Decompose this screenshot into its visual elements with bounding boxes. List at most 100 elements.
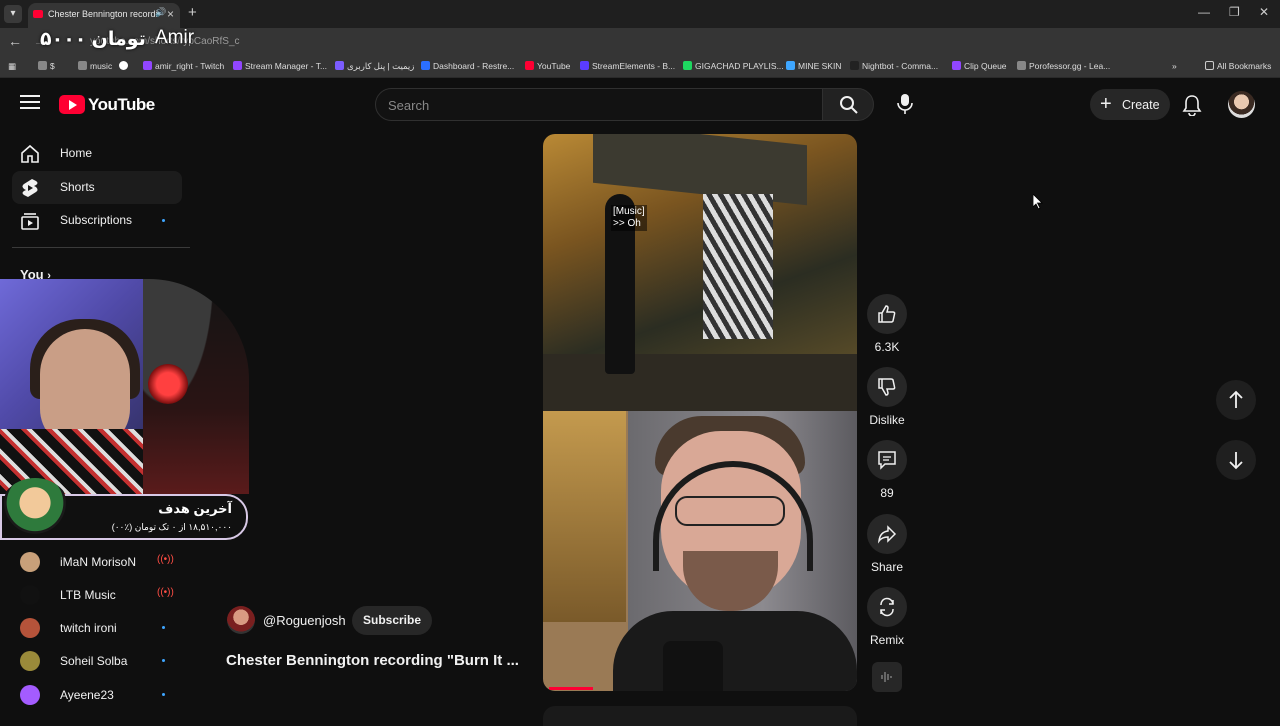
like-button[interactable] [867, 294, 907, 334]
audio-track-button[interactable] [872, 662, 902, 692]
short-title[interactable]: Chester Bennington recording "Burn It ..… [226, 652, 531, 669]
tab-search-button[interactable]: ▾ [4, 5, 22, 23]
tab-close-icon[interactable]: × [167, 7, 174, 21]
bookmark-favicon-icon [683, 61, 692, 70]
bookmark-item[interactable]: music [78, 61, 112, 71]
bookmark-item[interactable]: Nightbot - Comma... [850, 61, 938, 71]
bookmark-item[interactable]: $ [38, 61, 55, 71]
bookmark-item[interactable] [119, 61, 131, 71]
bookmarks-overflow-icon[interactable]: » [1172, 61, 1177, 71]
folder-icon [1205, 61, 1214, 70]
channel-avatar[interactable] [227, 606, 255, 634]
dislike-button[interactable] [867, 367, 907, 407]
bookmark-label: Porofessor.gg - Lea... [1029, 61, 1111, 71]
webcam-background [143, 279, 249, 494]
bookmarks-bar: ▦ $ music amir_right - Twitch Stream Manage… [0, 56, 1280, 78]
share-label: Share [870, 560, 904, 574]
new-tab-button[interactable]: + [188, 4, 197, 21]
video-progress-bar[interactable] [549, 687, 593, 690]
all-bookmarks-label: All Bookmarks [1217, 61, 1272, 71]
live-indicator-icon: ((•)) [157, 587, 174, 598]
sidebar-subscription-item[interactable]: LTB Music ((•)) [12, 580, 182, 610]
sidebar-item-subscriptions[interactable]: Subscriptions [12, 204, 182, 237]
video-caption: [Music] >> Oh [611, 205, 647, 231]
remix-button[interactable] [867, 587, 907, 627]
bookmark-favicon-icon [580, 61, 589, 70]
new-content-dot [162, 659, 165, 662]
streamer-webcam [0, 279, 143, 494]
sidebar-subscription-item[interactable]: Soheil Solba [12, 646, 182, 676]
bookmark-item[interactable]: MINE SKIN [786, 61, 841, 71]
thumbs-down-icon [878, 378, 896, 396]
youtube-logo-icon[interactable] [59, 95, 85, 114]
tab-audio-icon[interactable]: 🔊 [155, 7, 166, 18]
notifications-bell-icon[interactable] [1182, 94, 1202, 116]
back-arrow-icon[interactable]: ← [8, 33, 22, 49]
arrow-down-icon [1229, 452, 1243, 470]
youtube-favicon-icon [33, 10, 43, 18]
subscription-name: LTB Music [60, 588, 116, 602]
share-button[interactable] [867, 514, 907, 554]
close-window-icon[interactable]: ✕ [1259, 5, 1269, 19]
sidebar-item-shorts[interactable]: Shorts [12, 171, 182, 204]
sound-wave-icon [881, 672, 892, 682]
search-box[interactable] [375, 88, 823, 121]
subscribe-button[interactable]: Subscribe [352, 606, 432, 635]
menu-hamburger-icon[interactable] [20, 95, 40, 113]
subscription-name: Soheil Solba [60, 654, 128, 668]
youtube-wordmark[interactable]: YouTube [88, 95, 155, 115]
comments-button[interactable] [867, 440, 907, 480]
sidebar-item-label: Home [60, 146, 93, 160]
caption-line: [Music] [613, 206, 645, 217]
bookmark-item[interactable]: GIGACHAD PLAYLIS... [683, 61, 784, 71]
bookmark-item[interactable]: amir_right - Twitch [143, 61, 224, 71]
previous-short-button[interactable] [1216, 380, 1256, 420]
search-button[interactable] [822, 88, 874, 121]
next-short-preview[interactable] [543, 706, 857, 726]
video-reaction-scene [543, 411, 857, 691]
create-label: Create [1122, 98, 1160, 112]
sidebar-subscription-item[interactable]: iMaN MorisoN ((•)) [12, 547, 182, 577]
channel-avatar [20, 585, 40, 605]
sidebar-subscription-item[interactable]: Ayeene23 [12, 680, 182, 710]
sidebar-subscription-item[interactable]: twitch ironi [12, 613, 182, 643]
channel-name[interactable]: @Roguenjosh [263, 613, 346, 628]
apps-icon[interactable]: ▦ [8, 61, 16, 72]
bookmark-label: music [90, 61, 113, 71]
create-button[interactable]: + Create [1090, 89, 1170, 120]
bookmark-item[interactable]: YouTube [525, 61, 570, 71]
bookmark-favicon-icon [335, 61, 344, 70]
subscription-name: iMaN MorisoN [60, 555, 137, 569]
remix-label: Remix [869, 633, 904, 647]
share-icon [877, 525, 897, 544]
voice-search-button[interactable] [887, 88, 923, 121]
short-video-player[interactable]: [Music] >> Oh [543, 134, 857, 691]
maximize-icon[interactable]: ❐ [1229, 5, 1240, 19]
bookmark-item[interactable]: Dashboard - Restre... [421, 61, 514, 71]
goal-mascot-image [0, 478, 70, 540]
search-input[interactable] [388, 95, 808, 115]
stream-overlay-text: ۵۰۰۰ تومان [40, 29, 146, 50]
all-bookmarks-folder[interactable]: All Bookmarks [1205, 61, 1271, 71]
next-short-button[interactable] [1216, 440, 1256, 480]
red-light [148, 364, 188, 404]
bookmark-favicon-icon [119, 61, 128, 70]
bookmark-item[interactable]: Porofessor.gg - Lea... [1017, 61, 1110, 71]
subscription-name: twitch ironi [60, 621, 117, 635]
bookmark-label: amir_right - Twitch [155, 61, 225, 71]
bookmark-item[interactable]: Stream Manager - T... [233, 61, 327, 71]
account-avatar[interactable] [1228, 91, 1255, 118]
bookmark-label: Nightbot - Comma... [862, 61, 939, 71]
studio-floor [543, 354, 857, 411]
goal-subtitle: ۱۸,۵۱۰,۰۰۰ از ۰ تک تومان (٪۰۰) [111, 522, 232, 532]
bookmark-item[interactable]: StreamElements - B... [580, 61, 675, 71]
channel-avatar [20, 651, 40, 671]
bookmark-item[interactable]: Clip Queue [952, 61, 1007, 71]
bookmark-favicon-icon [38, 61, 47, 70]
sidebar-item-home[interactable]: Home [12, 137, 182, 170]
bookmark-favicon-icon [525, 61, 534, 70]
active-tab[interactable]: Chester Bennington recording 🔊 × [28, 3, 180, 28]
subscription-name: Ayeene23 [60, 688, 114, 702]
bookmark-item[interactable]: زیمیت | پنل کاربری [335, 61, 414, 72]
minimize-icon[interactable]: — [1198, 5, 1210, 19]
